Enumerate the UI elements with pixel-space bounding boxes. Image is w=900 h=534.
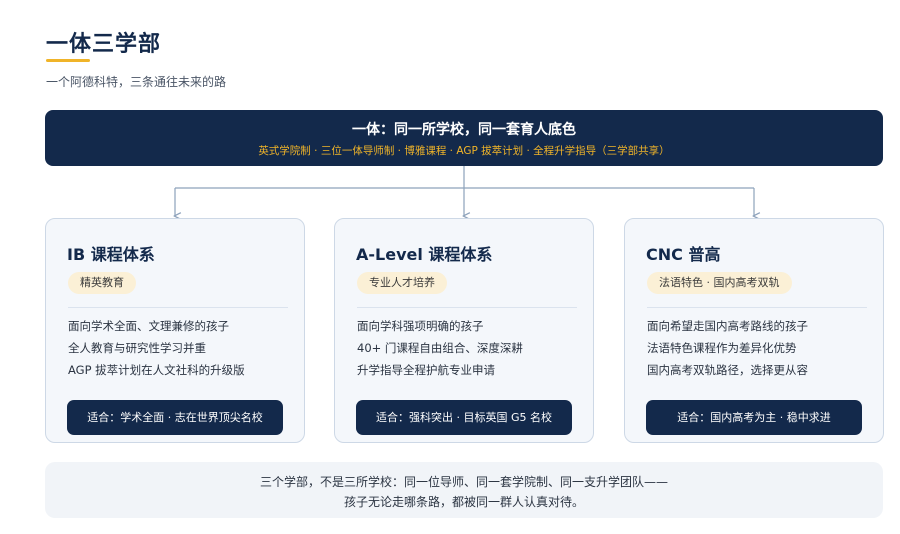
card-title: A-Level 课程体系 [356,245,493,264]
card-points: 面向希望走国内高考路线的孩子 法语特色课程作为差异化优势 国内高考双轨路径，选择… [647,319,808,385]
card-fit-button[interactable]: 适合：学术全面 · 志在世界顶尖名校 [67,400,283,435]
card-title: IB 课程体系 [67,245,155,264]
page-subtitle: 一个阿德科特，三条通往未来的路 [46,75,227,89]
card-point: 法语特色课程作为差异化优势 [647,341,797,355]
footer-line-2: 孩子无论走哪条路，都被同一群人认真对待。 [343,495,584,509]
card-points: 面向学科强项明确的孩子 40+ 门课程自由组合、深度深耕 升学指导全程护航专业申… [357,319,523,385]
banner-title: 一体：同一所学校，同一套育人底色 [352,122,576,138]
page-title: 一体三学部 [46,32,162,57]
card-tag: 法语特色 · 国内高考双轨 [647,272,792,294]
card-point: 面向希望走国内高考路线的孩子 [647,319,808,333]
card-point: 面向学科强项明确的孩子 [357,319,484,333]
unified-banner: 一体：同一所学校，同一套育人底色 英式学院制 · 三位一体导师制 · 博雅课程 … [45,110,883,166]
card-point: AGP 拔萃计划在人文社科的升级版 [68,363,245,377]
card-divider [647,307,867,308]
card-divider [357,307,577,308]
footer-line-1: 三个学部，不是三所学校：同一位导师、同一套学院制、同一支升学团队—— [259,475,668,489]
card-point: 国内高考双轨路径，选择更从容 [647,363,808,377]
card-point: 40+ 门课程自由组合、深度深耕 [357,341,523,355]
card-point: 升学指导全程护航专业申请 [357,363,495,377]
footer-note: 三个学部，不是三所学校：同一位导师、同一套学院制、同一支升学团队—— 孩子无论走… [45,462,883,518]
card-tag: 精英教育 [68,272,136,294]
card-point: 面向学术全面、文理兼修的孩子 [68,319,229,333]
banner-subtitle: 英式学院制 · 三位一体导师制 · 博雅课程 · AGP 拔萃计划 · 全程升学… [258,145,670,157]
card-divider [68,307,288,308]
card-title: CNC 普高 [646,245,721,264]
card-points: 面向学术全面、文理兼修的孩子 全人教育与研究性学习并重 AGP 拔萃计划在人文社… [68,319,245,385]
card-alevel: A-Level 课程体系 专业人才培养 面向学科强项明确的孩子 40+ 门课程自… [334,218,594,443]
card-point: 全人教育与研究性学习并重 [68,341,206,355]
title-underline [46,59,90,62]
card-fit-button[interactable]: 适合：国内高考为主 · 稳中求进 [646,400,862,435]
card-fit-button[interactable]: 适合：强科突出 · 目标英国 G5 名校 [356,400,572,435]
card-tag: 专业人才培养 [357,272,447,294]
card-cnc: CNC 普高 法语特色 · 国内高考双轨 面向希望走国内高考路线的孩子 法语特色… [624,218,884,443]
card-ib: IB 课程体系 精英教育 面向学术全面、文理兼修的孩子 全人教育与研究性学习并重… [45,218,305,443]
